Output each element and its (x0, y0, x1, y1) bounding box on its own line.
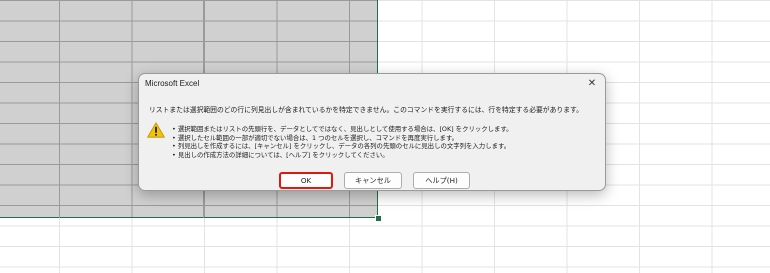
excel-dialog: Microsoft Excel ✕ リストまたは選択範囲のどの行に列見出しが含ま… (138, 73, 606, 191)
warning-icon (147, 122, 165, 138)
help-button[interactable]: ヘルプ(H) (413, 172, 470, 189)
dialog-titlebar: Microsoft Excel ✕ (139, 74, 605, 95)
dialog-title: Microsoft Excel (145, 79, 200, 88)
instruction-list: 選択範囲またはリストの先頭行を、データとしてではなく、見出しとして使用する場合は… (172, 125, 592, 159)
fill-handle[interactable] (375, 215, 382, 222)
dialog-message: リストまたは選択範囲のどの行に列見出しが含まれているかを特定できません。このコマ… (149, 106, 583, 114)
ok-button[interactable]: OK (279, 172, 333, 189)
list-item: 列見出しを作成するには、[キャンセル] をクリックし、データの各列の先頭のセルに… (172, 142, 592, 151)
list-item: 選択範囲またはリストの先頭行を、データとしてではなく、見出しとして使用する場合は… (172, 125, 592, 134)
list-item: 見出しの作成方法の詳細については、[ヘルプ] をクリックしてください。 (172, 151, 592, 160)
close-icon[interactable]: ✕ (583, 76, 601, 92)
list-item: 選択したセル範囲の一部が適切でない場合は、1 つのセルを選択し、コマンドを再度実… (172, 134, 592, 143)
column-divider (59, 0, 60, 218)
cancel-button[interactable]: キャンセル (344, 172, 402, 189)
